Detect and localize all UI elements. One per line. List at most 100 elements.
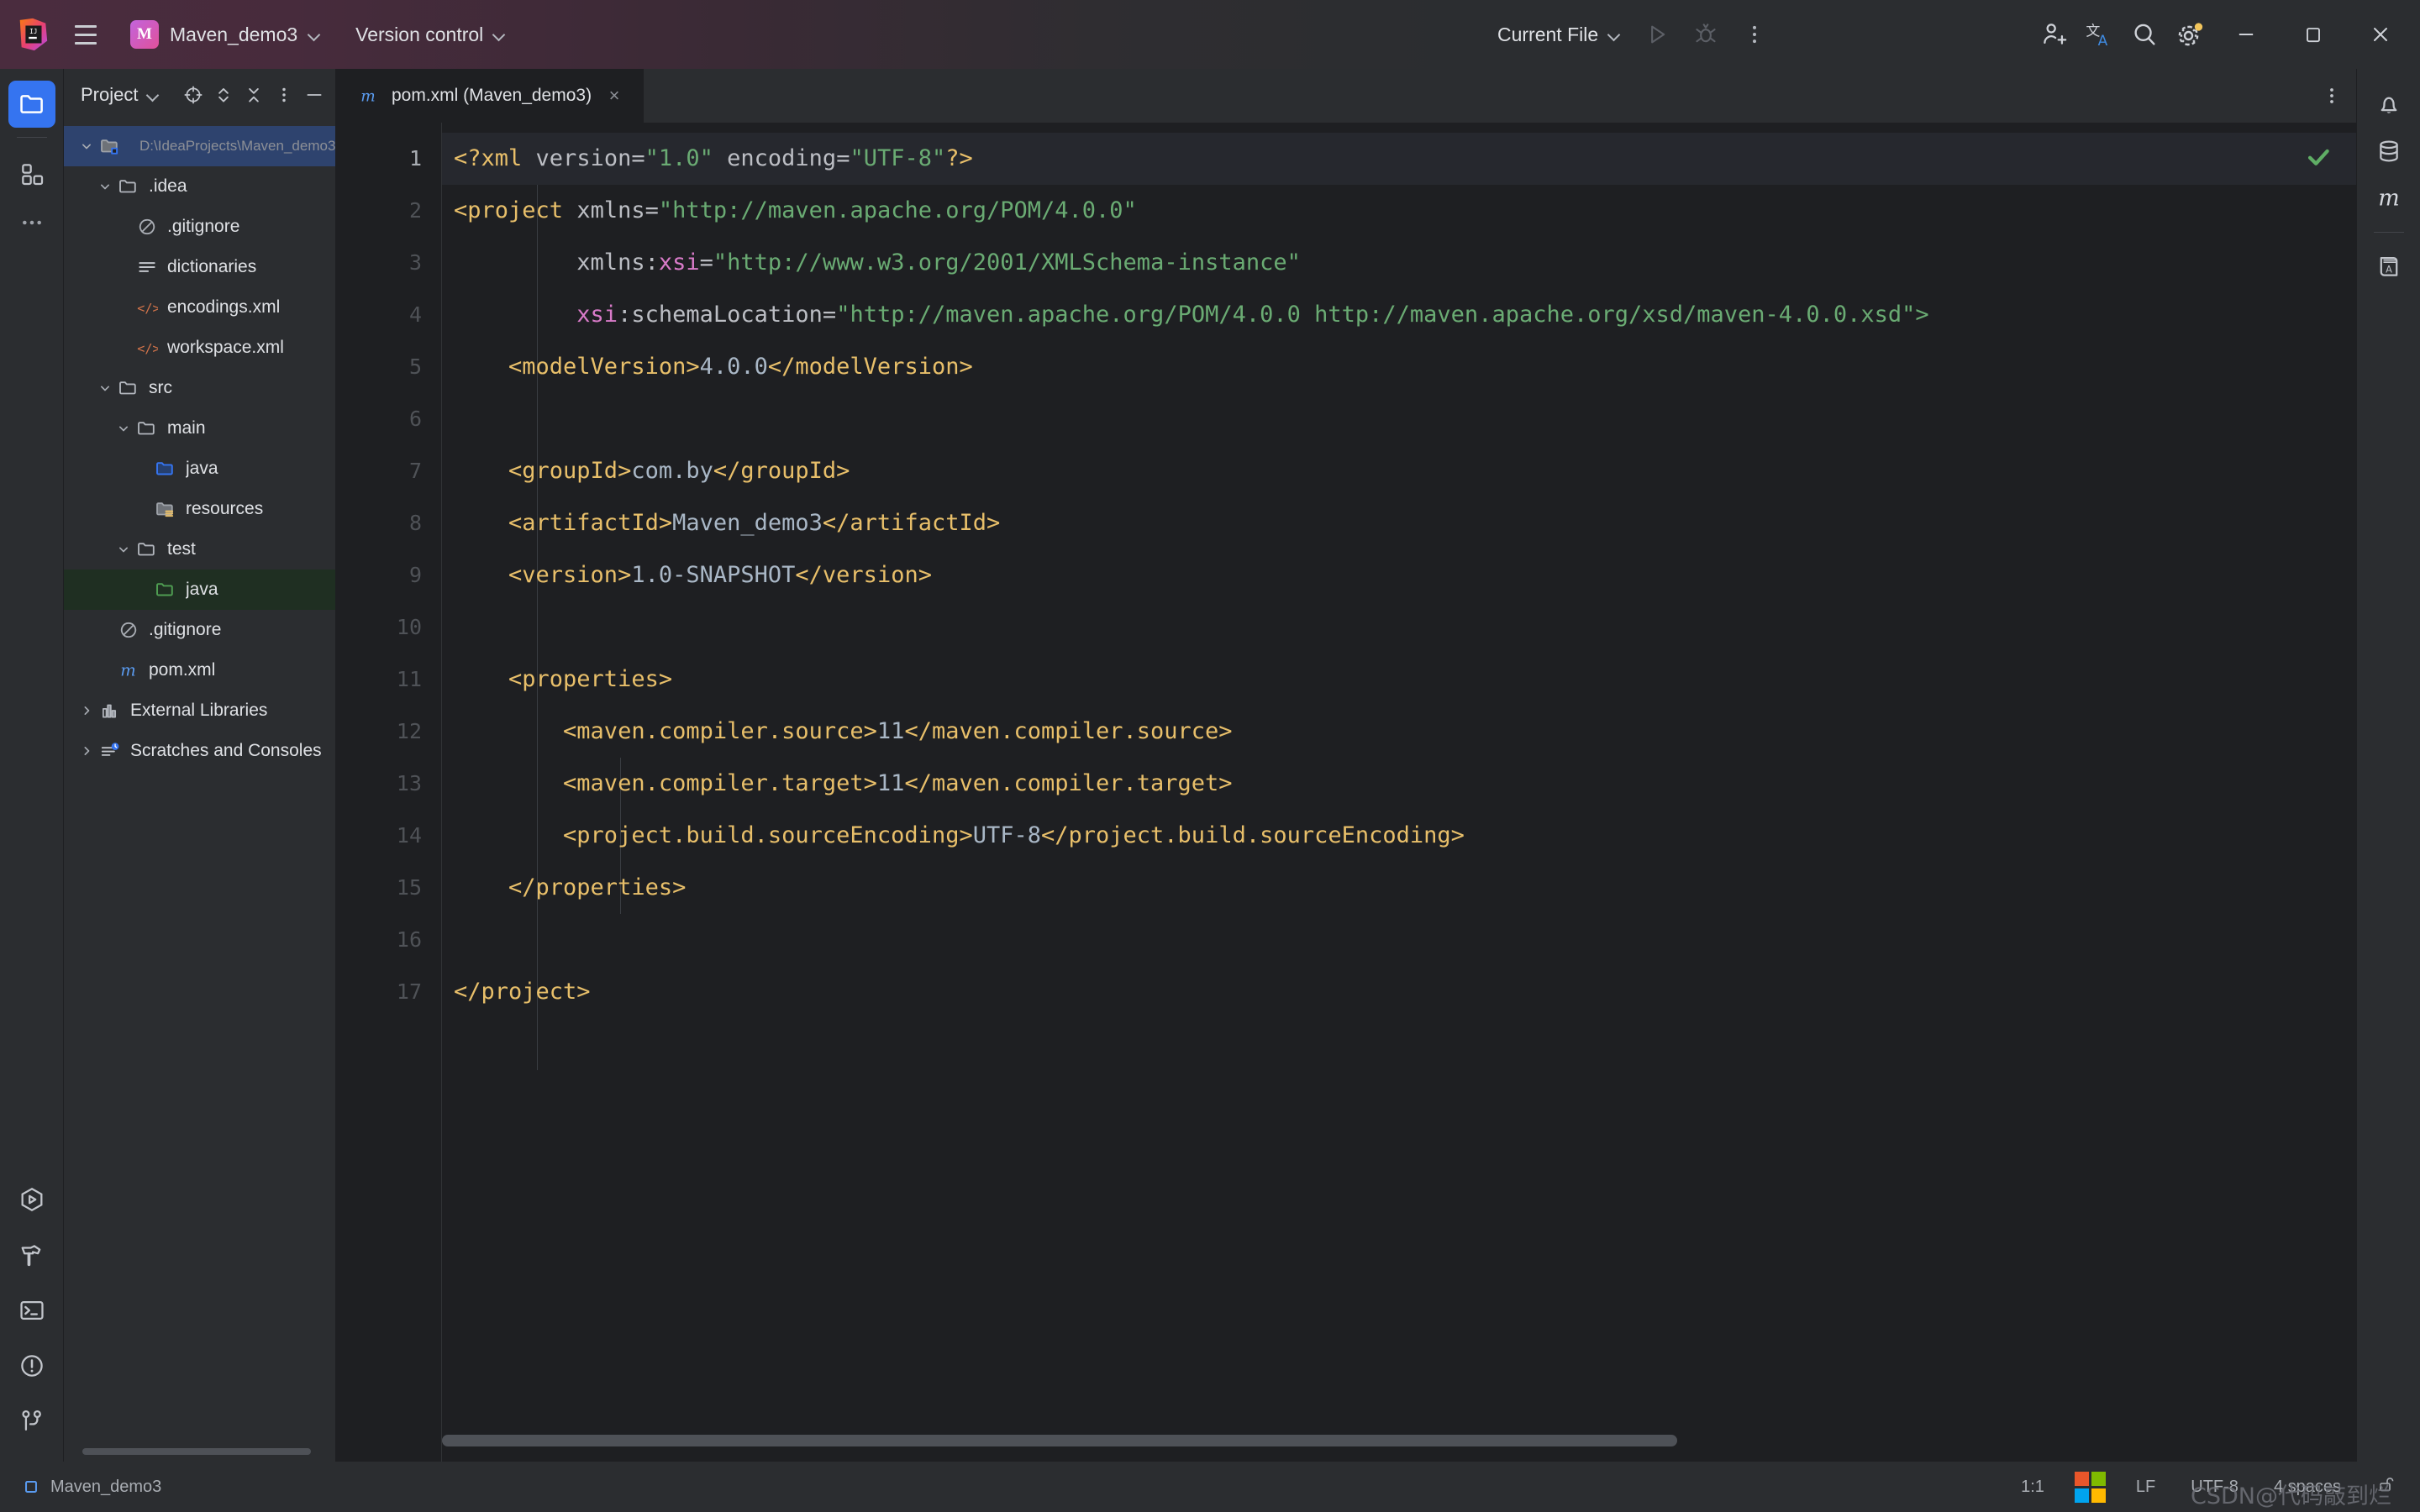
- main-menu-button[interactable]: [67, 16, 104, 53]
- run-button[interactable]: [1635, 13, 1679, 56]
- project-panel-title-dropdown[interactable]: Project: [81, 84, 159, 106]
- editor-options-button[interactable]: [2317, 81, 2346, 110]
- minimize-window-button[interactable]: [2213, 0, 2279, 69]
- code-content[interactable]: <?xml version="1.0" encoding="UTF-8"?> <p…: [442, 123, 2356, 1462]
- code-line[interactable]: <groupId>com.by</groupId>: [442, 445, 2356, 497]
- settings-button[interactable]: [2168, 13, 2212, 56]
- version-control-widget[interactable]: Version control: [345, 18, 515, 51]
- project-widget[interactable]: M Maven_demo3: [123, 15, 330, 54]
- more-run-options-button[interactable]: [1733, 13, 1776, 56]
- scrollbar-thumb[interactable]: [442, 1435, 1677, 1446]
- code-line[interactable]: xmlns:xsi="http://www.w3.org/2001/XMLSch…: [442, 237, 2356, 289]
- sidebar-item-database[interactable]: [2365, 128, 2412, 175]
- tree-expander[interactable]: [113, 420, 134, 437]
- tree-node[interactable]: java: [64, 570, 335, 610]
- indent-widget[interactable]: 4 spaces: [2269, 1474, 2346, 1500]
- tree-expander[interactable]: [113, 541, 134, 558]
- collapse-all-button[interactable]: [239, 81, 268, 109]
- tree-node[interactable]: java: [64, 449, 335, 489]
- tree-node[interactable]: .gitignore: [64, 610, 335, 650]
- chevron-down-icon[interactable]: [115, 420, 132, 437]
- sidebar-item-build[interactable]: [8, 1231, 55, 1278]
- scrollbar-thumb[interactable]: [82, 1448, 311, 1455]
- sidebar-item-structure[interactable]: [8, 150, 55, 197]
- code-line[interactable]: </project>: [442, 966, 2356, 1018]
- sidebar-item-maven[interactable]: m: [2365, 175, 2412, 222]
- sidebar-item-notifications[interactable]: [2365, 81, 2412, 128]
- code-line[interactable]: <version>1.0-SNAPSHOT</version>: [442, 549, 2356, 601]
- code-line[interactable]: <?xml version="1.0" encoding="UTF-8"?>: [442, 133, 2356, 185]
- sidebar-item-problems[interactable]: [8, 1342, 55, 1389]
- tree-expander[interactable]: [76, 138, 97, 155]
- status-bar-project-widget[interactable]: Maven_demo3: [22, 1478, 161, 1497]
- tree-node[interactable]: m pom.xml: [64, 650, 335, 690]
- code-line[interactable]: [442, 914, 2356, 966]
- tree-node[interactable]: Maven_demo3D:\IdeaProjects\Maven_demo3: [64, 126, 335, 166]
- code-line[interactable]: <properties>: [442, 654, 2356, 706]
- tree-node[interactable]: Scratches and Consoles: [64, 731, 335, 771]
- project-tree[interactable]: Maven_demo3D:\IdeaProjects\Maven_demo3 .i…: [64, 121, 335, 1462]
- left-bar-top-group: [0, 69, 63, 246]
- sidebar-item-dictionary[interactable]: A: [2365, 243, 2412, 290]
- code-line[interactable]: <maven.compiler.source>11</maven.compile…: [442, 706, 2356, 758]
- chevron-right-icon[interactable]: [78, 702, 95, 719]
- code-line[interactable]: <project.build.sourceEncoding>UTF-8</pro…: [442, 810, 2356, 862]
- windows-logo-icon[interactable]: [2074, 1471, 2106, 1503]
- encoding-widget[interactable]: UTF-8: [2186, 1474, 2244, 1500]
- translate-button[interactable]: 文 A: [2077, 13, 2121, 56]
- add-account-button[interactable]: [2032, 13, 2075, 56]
- chevron-right-icon[interactable]: [78, 743, 95, 759]
- sidebar-item-run[interactable]: [8, 1176, 55, 1223]
- sidebar-item-git[interactable]: [8, 1398, 55, 1445]
- tree-node[interactable]: </> workspace.xml: [64, 328, 335, 368]
- code-line[interactable]: <modelVersion>4.0.0</modelVersion>: [442, 341, 2356, 393]
- code-line[interactable]: [442, 393, 2356, 445]
- chevron-down-icon[interactable]: [97, 380, 113, 396]
- project-panel-options-button[interactable]: [270, 81, 298, 109]
- tree-node[interactable]: dictionaries: [64, 247, 335, 287]
- editor-gutter[interactable]: 1 2 3 4 5 6 7 8 9 10 11 12 13 14 15 16 17: [336, 123, 442, 1462]
- editor-body[interactable]: 1 2 3 4 5 6 7 8 9 10 11 12 13 14 15 16 17 <?xml version=…: [336, 123, 2356, 1462]
- code-line[interactable]: [442, 601, 2356, 654]
- maximize-window-button[interactable]: [2281, 0, 2346, 69]
- tree-node[interactable]: .gitignore: [64, 207, 335, 247]
- tree-expander[interactable]: [94, 178, 116, 195]
- editor-horizontal-scrollbar[interactable]: [442, 1435, 2323, 1446]
- inspection-status-widget[interactable]: [2296, 134, 2341, 180]
- close-window-button[interactable]: [2348, 0, 2413, 69]
- tab-pom-xml[interactable]: m pom.xml (Maven_demo3) ×: [336, 69, 644, 123]
- tree-node[interactable]: External Libraries: [64, 690, 335, 731]
- tree-node[interactable]: src: [64, 368, 335, 408]
- chevron-down-icon[interactable]: [115, 541, 132, 558]
- search-everywhere-button[interactable]: [2123, 13, 2166, 56]
- project-tree-horizontal-scrollbar[interactable]: [82, 1448, 334, 1455]
- sidebar-item-terminal[interactable]: [8, 1287, 55, 1334]
- tree-expander[interactable]: [76, 702, 97, 719]
- code-line[interactable]: <artifactId>Maven_demo3</artifactId>: [442, 497, 2356, 549]
- select-opened-file-button[interactable]: [179, 81, 208, 109]
- sidebar-item-project[interactable]: [8, 81, 55, 128]
- tree-expander[interactable]: [94, 380, 116, 396]
- tree-node[interactable]: .idea: [64, 166, 335, 207]
- code-line[interactable]: xsi:schemaLocation="http://maven.apache.…: [442, 289, 2356, 341]
- debug-button[interactable]: [1684, 13, 1728, 56]
- sidebar-item-more-tool-windows[interactable]: [8, 199, 55, 246]
- tab-close-button[interactable]: ×: [603, 85, 625, 107]
- tree-node-label: src: [149, 378, 172, 397]
- read-only-toggle[interactable]: [2371, 1471, 2402, 1503]
- code-line[interactable]: </properties>: [442, 862, 2356, 914]
- caret-position-widget[interactable]: 1:1: [2016, 1474, 2049, 1500]
- code-line[interactable]: <maven.compiler.target>11</maven.compile…: [442, 758, 2356, 810]
- tree-node[interactable]: </> encodings.xml: [64, 287, 335, 328]
- code-line[interactable]: <project xmlns="http://maven.apache.org/…: [442, 185, 2356, 237]
- chevron-down-icon[interactable]: [78, 138, 95, 155]
- run-configuration-selector[interactable]: Current File: [1487, 18, 1630, 51]
- tree-node[interactable]: resources: [64, 489, 335, 529]
- chevron-down-icon[interactable]: [97, 178, 113, 195]
- tree-node[interactable]: test: [64, 529, 335, 570]
- tree-node[interactable]: main: [64, 408, 335, 449]
- expand-all-button[interactable]: [209, 81, 238, 109]
- hide-panel-button[interactable]: [300, 81, 329, 109]
- line-separator-widget[interactable]: LF: [2131, 1474, 2160, 1500]
- tree-expander[interactable]: [76, 743, 97, 759]
